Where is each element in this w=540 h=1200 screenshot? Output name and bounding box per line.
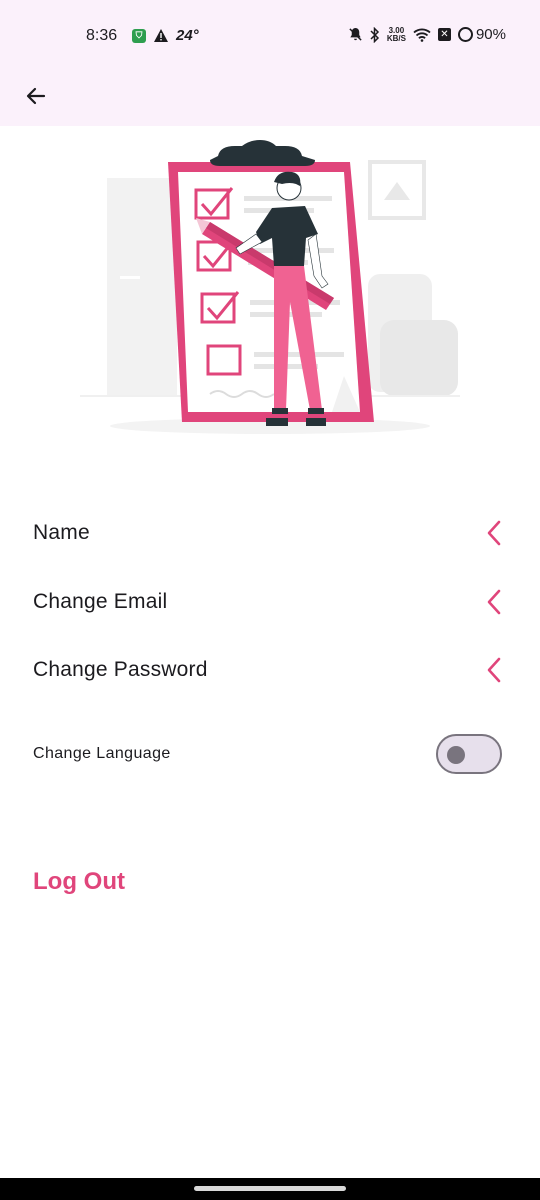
close-box-icon: ✕	[437, 28, 451, 41]
menu-item-label: Change Password	[33, 658, 208, 681]
menu-item-change-email[interactable]: Change Email	[0, 574, 540, 630]
change-language-switch[interactable]	[436, 734, 502, 774]
menu-item-label: Name	[33, 521, 90, 544]
status-time: 8:36	[86, 27, 118, 44]
wifi-icon	[413, 28, 431, 42]
status-battery: 90%	[475, 26, 506, 43]
change-language-row: Change Language	[0, 726, 540, 782]
battery-ring-icon	[457, 27, 473, 42]
network-speed: 3.00 KB/S	[386, 25, 406, 43]
chevron-left-icon	[484, 519, 504, 547]
menu-item-label: Change Email	[33, 590, 168, 613]
bluetooth-icon	[370, 26, 379, 43]
chevron-left-icon	[484, 656, 504, 684]
back-button[interactable]	[16, 76, 56, 116]
menu-item-change-password[interactable]: Change Password	[0, 642, 540, 698]
status-right-icons: 3.00 KB/S ✕ 90%	[348, 26, 506, 43]
notifications-off-icon	[349, 27, 362, 41]
checklist-illustration	[60, 126, 480, 446]
app-bar	[0, 72, 540, 126]
switch-thumb	[447, 746, 465, 764]
shield-notification-icon: ⛉	[132, 28, 146, 43]
arrow-back-icon	[26, 87, 46, 105]
status-temperature: 24°	[176, 27, 199, 44]
status-left-icons: ⛉ 24°	[132, 27, 199, 44]
change-language-label: Change Language	[33, 745, 171, 762]
warning-icon	[154, 29, 168, 42]
chevron-left-icon	[484, 588, 504, 616]
system-navigation-bar	[0, 1178, 540, 1200]
menu-item-name[interactable]: Name	[0, 505, 540, 561]
gesture-handle[interactable]	[194, 1186, 346, 1191]
logout-button[interactable]: Log Out	[33, 868, 125, 896]
status-bar: 8:36 ⛉ 24° 3.00 KB/S ✕ 90%	[0, 0, 540, 72]
